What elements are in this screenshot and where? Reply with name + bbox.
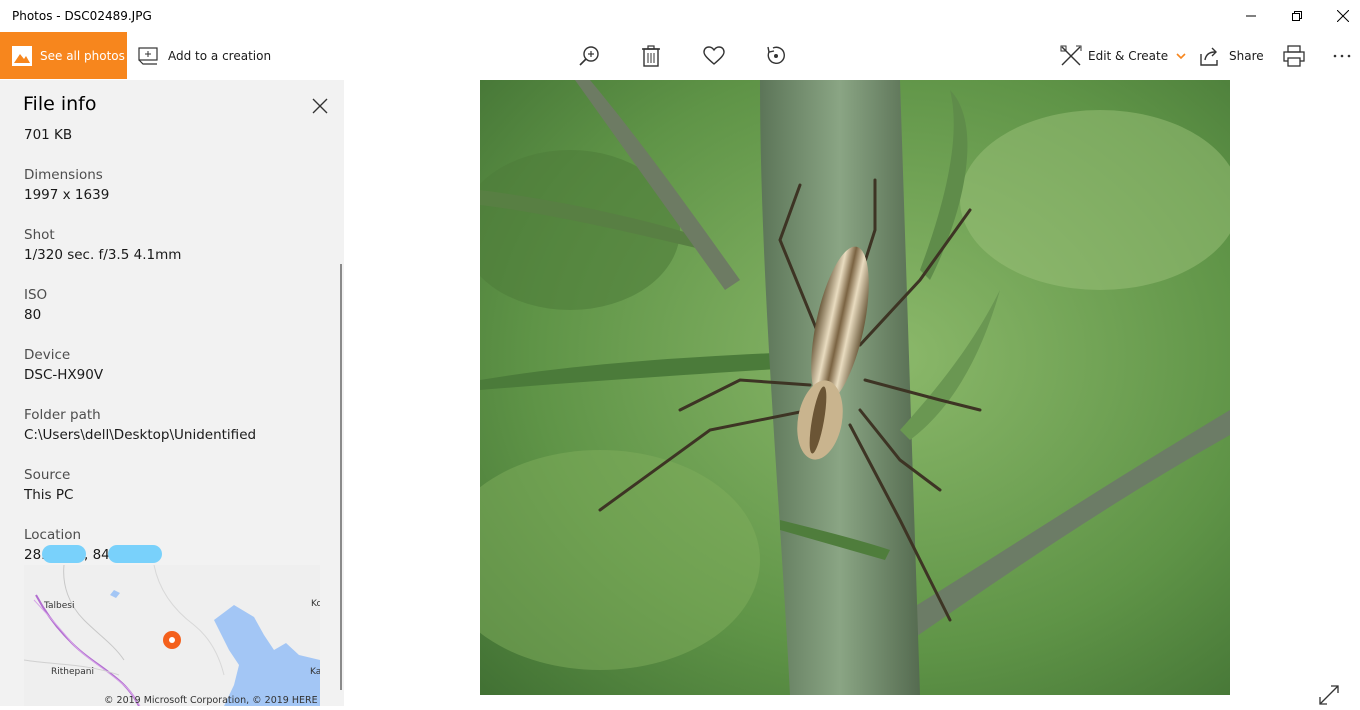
toolbar: See all photos Add to a creation Edit & … [0,32,1360,80]
print-icon [1283,45,1305,67]
see-all-photos-label: See all photos [40,48,125,63]
photo-image [480,80,1230,695]
add-to-creation-button[interactable]: Add to a creation [138,32,271,80]
share-icon [1200,47,1218,66]
title-bar: Photos - DSC02489.JPG [0,0,1360,32]
panel-title: File info [23,93,97,115]
delete-button[interactable] [639,44,663,68]
main-photo[interactable] [480,80,1230,695]
map-graphic [24,565,320,706]
share-label: Share [1229,49,1264,63]
rotate-button[interactable] [764,44,788,68]
window-title: Photos - DSC02489.JPG [12,9,152,23]
folder-path-value: C:\Users\dell\Desktop\Unidentified [24,427,257,443]
location-label: Location [24,527,82,543]
see-all-photos-button[interactable]: See all photos [0,32,127,79]
map-label: Rithepani [51,667,94,677]
edit-create-label: Edit & Create [1088,49,1169,63]
print-button[interactable] [1282,44,1306,68]
share-button[interactable]: Share [1199,32,1264,80]
iso-label: ISO [24,287,48,303]
minimize-icon [1246,15,1256,17]
close-panel-button[interactable] [308,94,332,118]
dimensions-label: Dimensions [24,167,103,183]
minimize-button[interactable] [1228,0,1274,32]
fullscreen-button[interactable] [1318,684,1340,706]
trash-icon [642,45,660,67]
zoom-in-icon [579,46,599,66]
folder-path-label: Folder path [24,407,101,423]
more-button[interactable] [1330,44,1354,68]
iso-value: 80 [24,307,42,323]
zoom-button[interactable] [578,44,602,68]
file-info-panel: File info 701 KB Dimensions 1997 x 1639 … [0,80,344,706]
location-map[interactable]: Talbesi Rithepani Ko Ka © 2019 Microsoft… [24,565,320,706]
restore-button[interactable] [1274,0,1320,32]
rotate-icon [767,46,785,64]
panel-scrollbar[interactable] [340,264,342,690]
chevron-down-icon [1176,53,1186,60]
close-window-button[interactable] [1320,0,1360,32]
favorite-button[interactable] [702,44,726,68]
expand-icon [1319,685,1339,705]
edit-create-button[interactable]: Edit & Create [1060,32,1186,80]
location-redaction [42,545,86,563]
device-value: DSC-HX90V [24,367,104,383]
edit-create-icon [1060,45,1082,66]
restore-icon [1292,11,1302,21]
map-label: Ko [311,599,320,609]
more-icon [1333,54,1351,58]
add-to-creation-icon [138,47,158,65]
heart-icon [703,46,725,65]
landscape-photo-icon [12,45,32,66]
add-to-creation-label: Add to a creation [168,49,272,63]
shot-value: 1/320 sec. f/3.5 4.1mm [24,247,182,263]
source-value: This PC [24,487,74,503]
dimensions-value: 1997 x 1639 [24,187,110,203]
source-label: Source [24,467,71,483]
location-redaction [108,545,162,563]
map-copyright: © 2019 Microsoft Corporation, © 2019 HER… [104,695,318,706]
shot-label: Shot [24,227,55,243]
device-label: Device [24,347,71,363]
map-label: Talbesi [44,601,75,611]
file-size-value: 701 KB [24,127,73,143]
close-icon [1337,10,1349,22]
map-label: Ka [310,667,320,677]
close-icon [312,98,328,114]
